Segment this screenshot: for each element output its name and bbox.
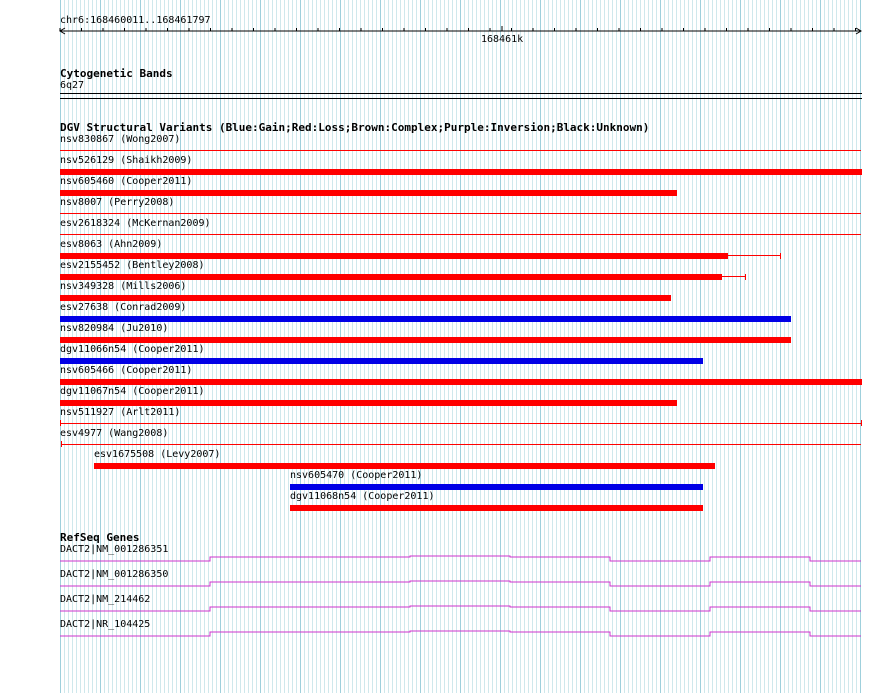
dgv-variant-feature[interactable]: [60, 423, 861, 424]
dgv-variant-label[interactable]: esv2155452 (Bentley2008): [60, 260, 205, 272]
refseq-gene-outline: [60, 555, 861, 562]
dgv-variant-feature[interactable]: [60, 337, 791, 343]
dgv-variant-whisker: [728, 255, 780, 256]
refseq-gene-outline: [60, 605, 861, 612]
dgv-variant-feature[interactable]: [60, 358, 703, 364]
dgv-variant-feature[interactable]: [60, 295, 671, 301]
dgv-variant-label[interactable]: dgv11067n54 (Cooper2011): [60, 386, 205, 398]
dgv-variant-label[interactable]: nsv511927 (Arlt2011): [60, 407, 180, 419]
dgv-variant-label[interactable]: nsv820984 (Ju2010): [60, 323, 168, 335]
dgv-variant-feature[interactable]: [94, 463, 715, 469]
dgv-variant-feature[interactable]: [60, 274, 722, 280]
dgv-variant-feature[interactable]: [60, 253, 728, 259]
dgv-track-title: DGV Structural Variants (Blue:Gain;Red:L…: [60, 121, 650, 134]
dgv-variant-label[interactable]: esv4977 (Wang2008): [60, 428, 168, 440]
dgv-variant-label[interactable]: nsv605466 (Cooper2011): [60, 365, 192, 377]
dgv-variant-cap: [61, 441, 62, 447]
dgv-variant-label[interactable]: dgv11066n54 (Cooper2011): [60, 344, 205, 356]
dgv-variant-feature[interactable]: [290, 505, 703, 511]
cytoband-line-top: [60, 93, 862, 94]
dgv-variant-feature[interactable]: [60, 190, 677, 196]
dgv-variant-label[interactable]: nsv830867 (Wong2007): [60, 134, 180, 146]
dgv-variant-cap: [60, 420, 61, 426]
dgv-variant-feature[interactable]: [62, 444, 861, 445]
genome-browser-canvas[interactable]: chr6:168460011..168461797 168461k Cytoge…: [0, 0, 890, 693]
dgv-variant-feature[interactable]: [60, 316, 791, 322]
dgv-variant-cap: [745, 274, 746, 280]
refseq-gene-model[interactable]: [0, 627, 890, 647]
dgv-variant-cap: [861, 420, 862, 426]
dgv-variant-label[interactable]: dgv11068n54 (Cooper2011): [290, 491, 435, 503]
dgv-variant-label[interactable]: esv2618324 (McKernan2009): [60, 218, 211, 230]
dgv-variant-feature[interactable]: [60, 150, 861, 151]
dgv-variant-label[interactable]: esv8063 (Ahn2009): [60, 239, 162, 251]
dgv-variant-label[interactable]: nsv8007 (Perry2008): [60, 197, 174, 209]
ruler-mid-tick-label: 168461k: [481, 34, 524, 45]
dgv-variant-whisker: [722, 276, 745, 277]
dgv-variant-feature[interactable]: [60, 234, 861, 235]
cytoband-track-title: Cytogenetic Bands: [60, 67, 173, 80]
dgv-variant-feature[interactable]: [60, 400, 677, 406]
refseq-gene-outline: [60, 580, 861, 587]
dgv-variant-feature[interactable]: [60, 379, 862, 385]
cytoband-line-bottom: [60, 98, 862, 99]
dgv-variant-label[interactable]: nsv349328 (Mills2006): [60, 281, 186, 293]
dgv-variant-label[interactable]: nsv605460 (Cooper2011): [60, 176, 192, 188]
dgv-variant-cap: [780, 253, 781, 259]
dgv-variant-label[interactable]: nsv526129 (Shaikh2009): [60, 155, 192, 167]
dgv-variant-feature[interactable]: [60, 169, 862, 175]
dgv-variant-label[interactable]: nsv605470 (Cooper2011): [290, 470, 422, 482]
refseq-gene-outline: [60, 630, 861, 637]
dgv-variant-feature[interactable]: [290, 484, 703, 490]
refseq-track-title: RefSeq Genes: [60, 531, 140, 544]
dgv-variant-label[interactable]: esv27638 (Conrad2009): [60, 302, 186, 314]
cytoband-label: 6q27: [60, 80, 85, 91]
dgv-variant-label[interactable]: esv1675508 (Levy2007): [94, 449, 220, 461]
dgv-variant-feature[interactable]: [60, 213, 861, 214]
ruler-axis: [59, 26, 862, 35]
